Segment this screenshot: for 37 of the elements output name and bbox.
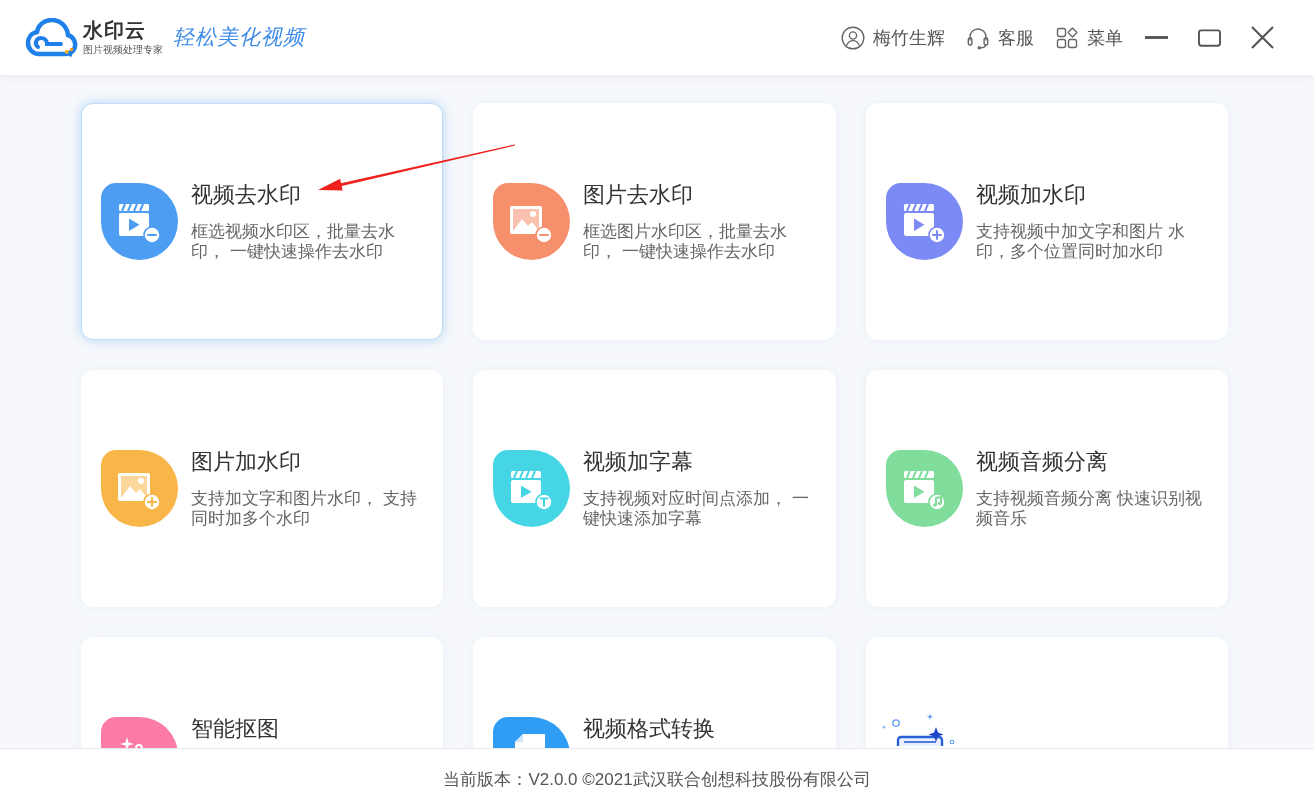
person-circle-icon bbox=[841, 25, 865, 50]
tool-description: 支持视频中加文字和图片 水印，多个位置同时加水印 bbox=[976, 222, 1186, 262]
tool-card[interactable]: 视频加字幕 支持视频对应时间点添加， 一键快速添加字幕 bbox=[473, 370, 836, 607]
customer-service-button[interactable]: 客服 bbox=[966, 25, 1034, 50]
tool-title: 图片去水印 bbox=[583, 181, 694, 209]
tool-title: 视频去水印 bbox=[191, 181, 302, 209]
tool-description: 支持视频音频分离 快速识别视频音乐 bbox=[976, 489, 1203, 529]
tool-card[interactable]: 视频格式转换 bbox=[473, 637, 836, 748]
version-copyright-text: 当前版本：V2.0.0 ©2021武汉联合创想科技股份有限公司 bbox=[443, 768, 871, 791]
app-name: 水印云 bbox=[83, 19, 147, 41]
tool-card[interactable]: 图片加水印 支持加文字和图片水印， 支持同时加多个水印 bbox=[81, 370, 443, 607]
menu-button[interactable]: 菜单 bbox=[1055, 25, 1123, 50]
tool-description: 支持视频对应时间点添加， 一键快速添加字幕 bbox=[583, 489, 810, 529]
tool-card[interactable]: 视频加水印 支持视频中加文字和图片 水印，多个位置同时加水印 bbox=[866, 103, 1228, 340]
close-button[interactable] bbox=[1251, 25, 1274, 50]
close-icon bbox=[1251, 26, 1274, 49]
tool-title: 视频加字幕 bbox=[583, 448, 694, 476]
app-tagline: 图片视频处理专家 bbox=[83, 44, 163, 56]
headset-icon bbox=[966, 25, 990, 50]
tool-description: 框选视频水印区，批量去水印， 一键快速操作去水印 bbox=[191, 222, 396, 262]
tool-title: 智能抠图 bbox=[191, 715, 279, 743]
minimize-icon bbox=[1145, 36, 1168, 39]
tool-title: 视频音频分离 bbox=[976, 448, 1109, 476]
tool-description: 框选图片水印区，批量去水印， 一键快速操作去水印 bbox=[583, 222, 788, 262]
tool-card[interactable]: 视频音频分离 支持视频音频分离 快速识别视频音乐 bbox=[866, 370, 1228, 607]
app-slogan: 轻松美化视频 bbox=[173, 23, 305, 51]
grid-menu-icon bbox=[1055, 25, 1079, 50]
tool-title: 图片加水印 bbox=[191, 448, 302, 476]
account-button[interactable]: 梅竹生辉 bbox=[841, 25, 945, 50]
cloud-logo-icon bbox=[25, 17, 79, 58]
tool-card[interactable]: 视频去水印 框选视频水印区，批量去水印， 一键快速操作去水印 bbox=[81, 103, 443, 340]
tool-card[interactable]: 智能抠图 bbox=[81, 637, 443, 748]
maximize-icon bbox=[1198, 28, 1221, 47]
tool-description: 支持加文字和图片水印， 支持同时加多个水印 bbox=[191, 489, 418, 529]
tool-title: 视频格式转换 bbox=[583, 715, 715, 743]
tool-title: 视频加水印 bbox=[976, 181, 1087, 209]
tool-card[interactable]: 图片去水印 框选图片水印区，批量去水印， 一键快速操作去水印 bbox=[473, 103, 836, 340]
